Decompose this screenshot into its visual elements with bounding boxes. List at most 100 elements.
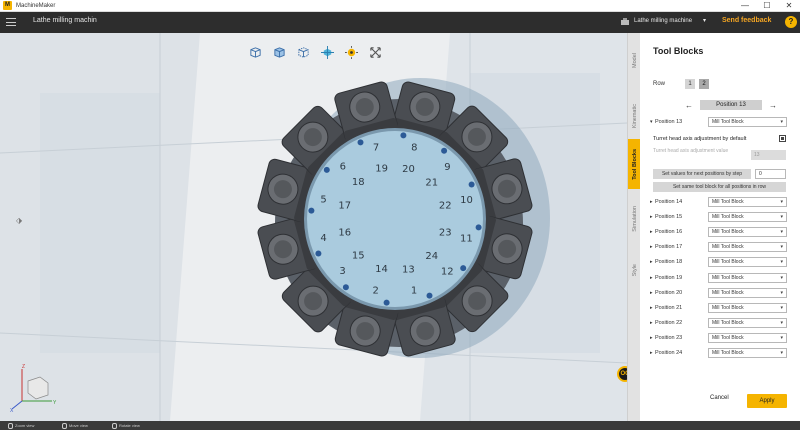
minimize-button[interactable]: — bbox=[734, 0, 756, 12]
chevron-down-icon: ▾ bbox=[780, 289, 783, 296]
select-value: Mill Tool Block bbox=[712, 259, 744, 266]
fit-view-button[interactable] bbox=[366, 44, 384, 60]
select-value: Mill Tool Block bbox=[712, 350, 744, 356]
lighting-button[interactable] bbox=[342, 44, 360, 60]
tool-block-select[interactable]: Mill Tool Block ▾ bbox=[708, 302, 787, 313]
mount-dot bbox=[357, 139, 364, 146]
hamburger-menu-icon[interactable] bbox=[6, 18, 16, 26]
expand-caret-icon[interactable]: ▸ bbox=[650, 212, 653, 222]
chevron-down-icon: ▾ bbox=[780, 259, 783, 266]
set-step-button[interactable]: Set values for next positions by step bbox=[653, 169, 751, 179]
view-front-button[interactable] bbox=[270, 44, 288, 60]
expand-caret-icon[interactable]: ▸ bbox=[650, 303, 653, 313]
arrow-right-icon[interactable]: → bbox=[769, 101, 777, 110]
chevron-down-icon: ▾ bbox=[780, 334, 783, 341]
mount-dot bbox=[308, 207, 315, 214]
tool-block-select[interactable]: Mill Tool Block ▾ bbox=[708, 287, 787, 298]
3d-viewport[interactable]: 1 2 3 4 5 6 7 8 9 10 11 12 13 14 15 16 17 18 19 20 21 22 23 24 … bbox=[0, 33, 627, 421]
tool-blocks-panel: Tool Blocks Row 1 2 ← Position 13 → ▾ Po… bbox=[640, 33, 800, 421]
turret-scene: 1234567 8910111213141516171819 2021222324 bbox=[0, 33, 627, 421]
tool-block-select[interactable]: Mill Tool Block ▾ bbox=[708, 257, 787, 268]
tool-block-select[interactable]: Mill Tool Block ▾ bbox=[708, 227, 787, 238]
view-left-button[interactable] bbox=[246, 44, 264, 60]
tool-block-select[interactable]: Mill Tool Block ▾ bbox=[708, 332, 787, 343]
view-axes-button[interactable] bbox=[318, 44, 336, 60]
position-label: Position 23 bbox=[655, 334, 683, 341]
expand-caret-icon[interactable]: ▸ bbox=[650, 348, 653, 358]
mount-dot bbox=[426, 292, 433, 299]
x-axis-line bbox=[11, 400, 23, 410]
close-button[interactable]: ✕ bbox=[778, 0, 800, 12]
turret-position-label: 16 bbox=[338, 227, 351, 238]
tool-block-select[interactable]: Mill Tool Block ▾ bbox=[708, 212, 787, 223]
expand-caret-icon[interactable]: ▸ bbox=[650, 318, 653, 328]
turret-position-label: 9 bbox=[444, 162, 450, 173]
expand-caret-icon[interactable]: ▾ bbox=[650, 117, 653, 127]
position-label: Position 13 bbox=[655, 119, 683, 125]
tool-block-select[interactable]: Mill Tool Block ▾ bbox=[708, 348, 787, 358]
project-title: Lathe milling machin bbox=[33, 17, 97, 24]
move-hint: Move view bbox=[62, 422, 88, 429]
expand-caret-icon[interactable]: ▸ bbox=[650, 333, 653, 343]
chevron-down-icon: ▾ bbox=[780, 350, 783, 356]
tab-label: Model bbox=[631, 52, 638, 68]
machine-selector[interactable]: Lathe milling machine bbox=[634, 18, 692, 24]
turret-position-label: 18 bbox=[352, 177, 365, 188]
tool-block-select[interactable]: Mill Tool Block ▾ bbox=[708, 317, 787, 328]
turret-position-label: 13 bbox=[402, 264, 415, 275]
chevron-down-icon[interactable]: ▾ bbox=[703, 17, 706, 24]
orientation-cube[interactable]: Z Y X bbox=[10, 363, 60, 413]
select-value: Mill Tool Block bbox=[712, 334, 744, 341]
cancel-button[interactable]: Cancel bbox=[710, 395, 729, 401]
select-value: Mill Tool Block bbox=[712, 229, 744, 236]
send-feedback-link[interactable]: Send feedback bbox=[722, 17, 771, 24]
expand-caret-icon[interactable]: ▸ bbox=[650, 257, 653, 267]
expand-caret-icon[interactable]: ▸ bbox=[650, 242, 653, 252]
turret-position-label: 4 bbox=[320, 233, 326, 244]
status-bar: Zoom view Move view Rotate view bbox=[0, 421, 800, 430]
mount-dot bbox=[323, 166, 330, 173]
y-axis-label: Y bbox=[53, 400, 57, 406]
apply-button[interactable]: Apply bbox=[747, 394, 787, 408]
view-wireframe-button[interactable] bbox=[294, 44, 312, 60]
zoom-hint-label: Zoom view bbox=[15, 423, 35, 428]
tab-label: Simulation bbox=[631, 206, 638, 232]
turret-position-label: 17 bbox=[338, 201, 351, 212]
turret-adjust-checkbox[interactable] bbox=[779, 135, 786, 142]
app-logo-icon: M bbox=[3, 1, 12, 10]
view-toolbar bbox=[246, 44, 384, 60]
turret-position-label: 7 bbox=[373, 143, 379, 154]
arrow-left-icon[interactable]: ← bbox=[685, 101, 693, 110]
mount-dot bbox=[475, 224, 482, 231]
tool-block-select[interactable]: Mill Tool Block ▾ bbox=[708, 197, 787, 207]
same-block-button[interactable]: Set same tool block for all positions in… bbox=[653, 182, 786, 192]
help-button[interactable]: ? bbox=[785, 16, 797, 28]
row-2-button[interactable]: 2 bbox=[699, 79, 709, 89]
position-row: ▸ Position 16 Mill Tool Block ▾ bbox=[650, 227, 800, 238]
maximize-button[interactable]: ☐ bbox=[756, 0, 778, 12]
rotate-hint: Rotate view bbox=[112, 422, 140, 429]
expand-caret-icon[interactable]: ▸ bbox=[650, 273, 653, 283]
select-value: Mill Tool Block bbox=[712, 214, 744, 221]
tab-label: Style bbox=[631, 263, 638, 277]
expand-caret-icon[interactable]: ▸ bbox=[650, 288, 653, 298]
position-row: ▸ Position 20 Mill Tool Block ▾ bbox=[650, 287, 800, 298]
current-position: Position 13 bbox=[700, 100, 762, 110]
mount-dot bbox=[400, 132, 407, 139]
tool-block-select[interactable]: Mill Tool Block ▾ bbox=[708, 272, 787, 283]
housing-panel bbox=[40, 93, 160, 353]
chevron-down-icon: ▾ bbox=[780, 214, 783, 221]
expand-caret-icon[interactable]: ▸ bbox=[650, 227, 653, 237]
cube-front-view-icon bbox=[273, 46, 285, 58]
chevron-down-icon: ▾ bbox=[780, 304, 783, 311]
tool-block-select[interactable]: Mill Tool Block ▾ bbox=[708, 242, 787, 253]
select-value: Mill Tool Block bbox=[712, 304, 744, 311]
turret-position-label: 22 bbox=[439, 201, 452, 212]
cube-axes-icon bbox=[320, 45, 334, 59]
select-value: Mill Tool Block bbox=[712, 199, 744, 205]
step-value-input[interactable]: 0 bbox=[755, 169, 786, 179]
row-1-button[interactable]: 1 bbox=[685, 79, 695, 89]
mouse-icon bbox=[112, 422, 117, 429]
expand-caret-icon[interactable]: ▸ bbox=[650, 197, 653, 207]
tool-block-select[interactable]: Mill Tool Block ▾ bbox=[708, 117, 787, 127]
